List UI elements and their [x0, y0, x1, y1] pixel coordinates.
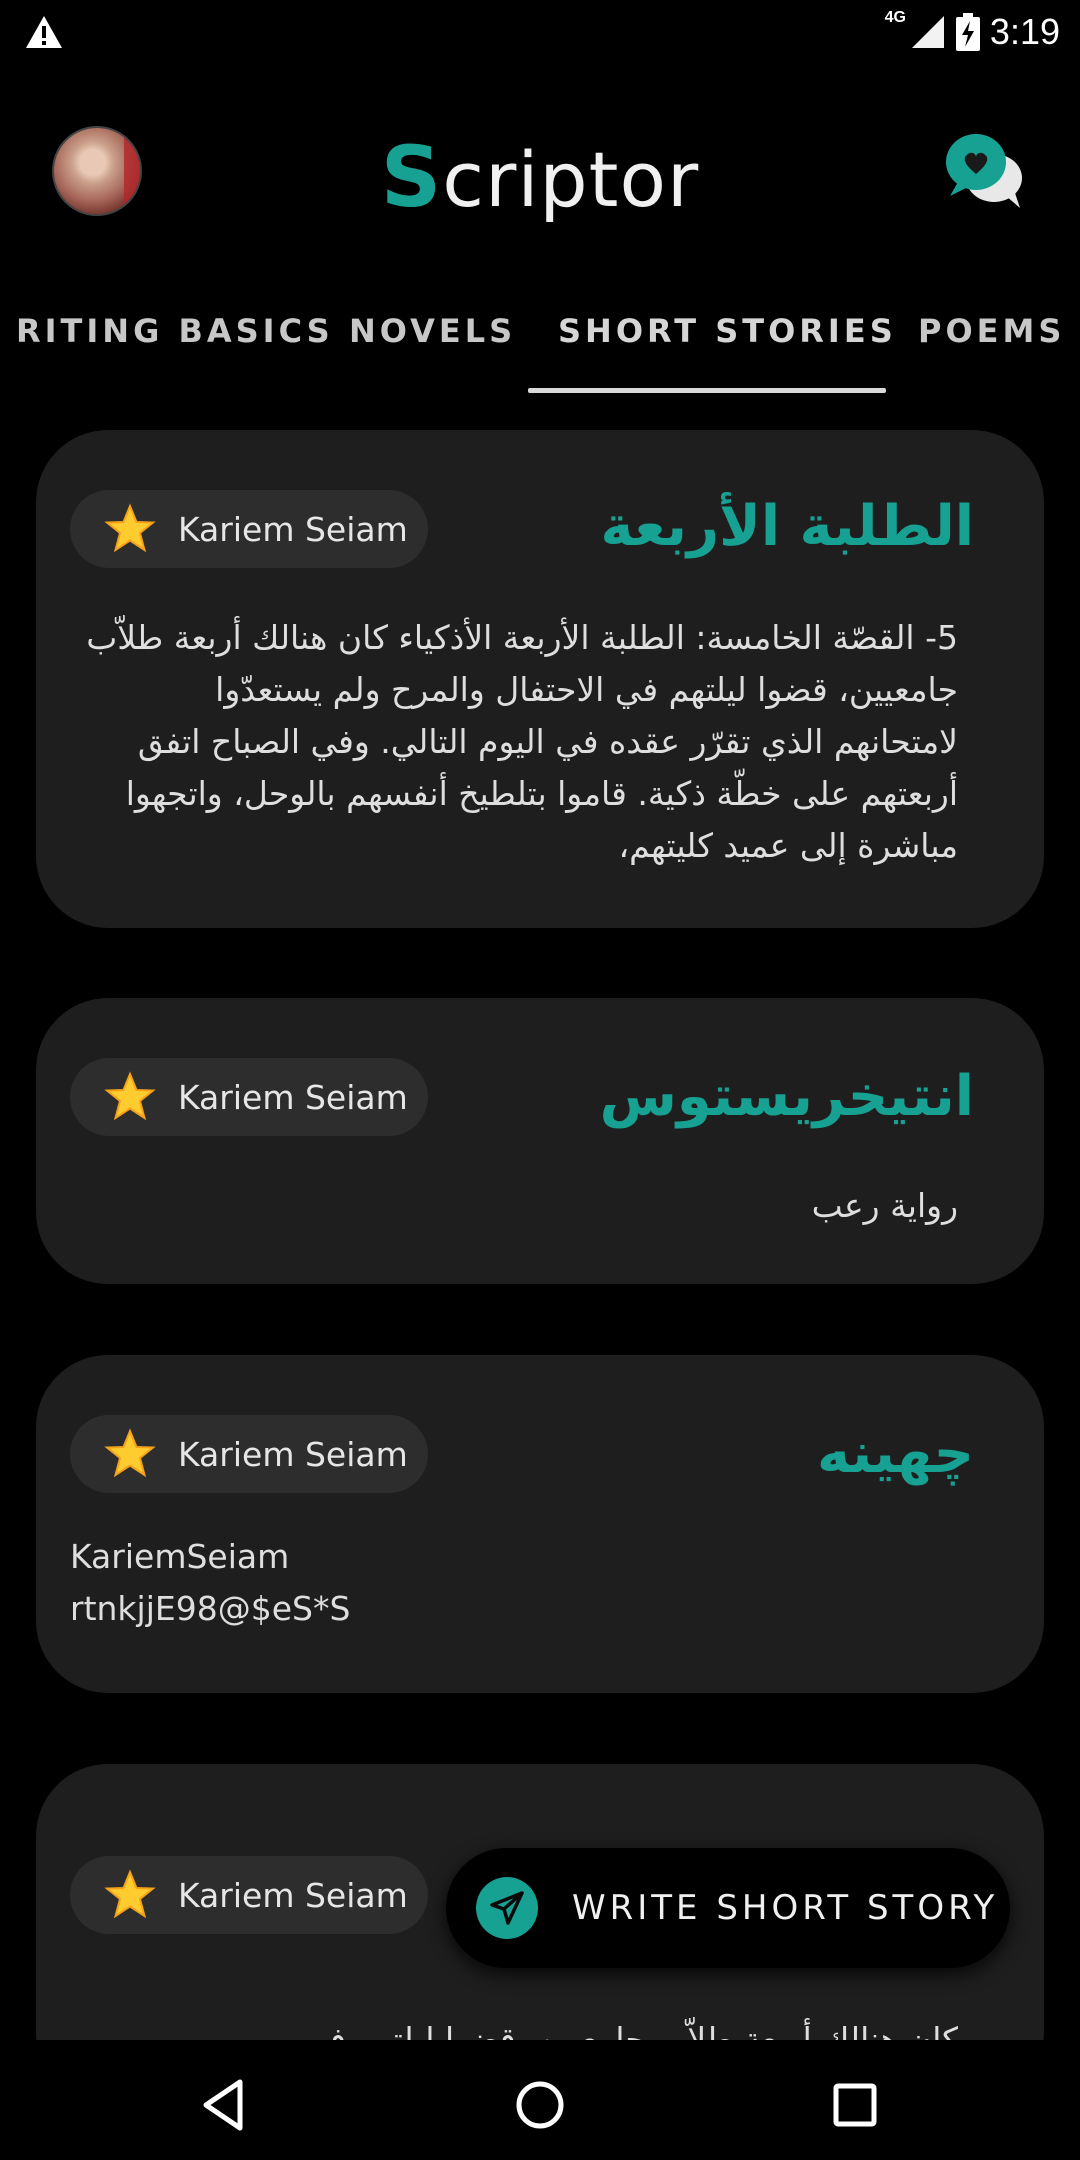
- back-icon[interactable]: [190, 2070, 260, 2140]
- story-card[interactable]: Kariem Seiam چهينه KariemSeiam rtnkjjE98…: [36, 1355, 1044, 1693]
- write-short-story-button[interactable]: WRITE SHORT STORY: [446, 1848, 1010, 1968]
- recents-icon[interactable]: [820, 2070, 890, 2140]
- author-name: Kariem Seiam: [178, 1434, 408, 1474]
- star-icon: [104, 1428, 156, 1478]
- story-title: انتيخريستوس: [599, 1064, 974, 1129]
- author-name: Kariem Seiam: [178, 1875, 408, 1915]
- warning-icon: [26, 16, 62, 48]
- active-tab-indicator: [528, 388, 886, 393]
- tab-writing-basics[interactable]: RITING BASICS: [16, 312, 334, 350]
- status-bar: 4G 3:19: [0, 0, 1080, 64]
- star-icon: [104, 503, 156, 553]
- story-title: چهينه: [816, 1421, 974, 1486]
- star-icon: [104, 1869, 156, 1919]
- story-title: الطلبة الأربعة: [600, 494, 974, 559]
- app-title-rest: criptor: [442, 135, 700, 224]
- story-excerpt: 5- القصّة الخامسة: الطلبة الأربعة الأذكي…: [86, 618, 958, 865]
- clock: 3:19: [989, 11, 1060, 52]
- write-short-story-label: WRITE SHORT STORY: [572, 1888, 999, 1928]
- story-card[interactable]: Kariem Seiam الطلبة الأربعة 5- القصّة ال…: [36, 430, 1044, 928]
- home-icon[interactable]: [505, 2070, 575, 2140]
- story-card[interactable]: Kariem Seiam انتيخريستوس رواية رعب: [36, 998, 1044, 1284]
- author-chip[interactable]: Kariem Seiam: [70, 1856, 428, 1934]
- author-chip[interactable]: Kariem Seiam: [70, 490, 428, 568]
- story-excerpt: KariemSeiam rtnkjjE98@$eS*S: [70, 1537, 351, 1628]
- app-title-initial: S: [380, 128, 443, 226]
- network-type-label: 4G: [884, 9, 906, 26]
- story-excerpt: رواية رعب: [811, 1186, 958, 1225]
- system-navigation-bar: [0, 2040, 1080, 2160]
- send-icon: [476, 1877, 538, 1939]
- tab-short-stories[interactable]: SHORT STORIES: [558, 312, 897, 350]
- author-name: Kariem Seiam: [178, 509, 408, 549]
- tab-poems[interactable]: POEMS: [918, 312, 1065, 350]
- author-chip[interactable]: Kariem Seiam: [70, 1058, 428, 1136]
- app-title: Scriptor: [0, 128, 1080, 226]
- author-chip[interactable]: Kariem Seiam: [70, 1415, 428, 1493]
- author-name: Kariem Seiam: [178, 1077, 408, 1117]
- chat-heart-icon[interactable]: [944, 130, 1026, 212]
- star-icon: [104, 1071, 156, 1121]
- signal-icon: [911, 16, 944, 48]
- battery-charging-icon: [955, 13, 980, 51]
- category-tabs: RITING BASICS NOVELS SHORT STORIES POEMS: [0, 290, 1080, 396]
- tab-novels[interactable]: NOVELS: [349, 312, 516, 350]
- app-bar: Scriptor: [0, 90, 1080, 250]
